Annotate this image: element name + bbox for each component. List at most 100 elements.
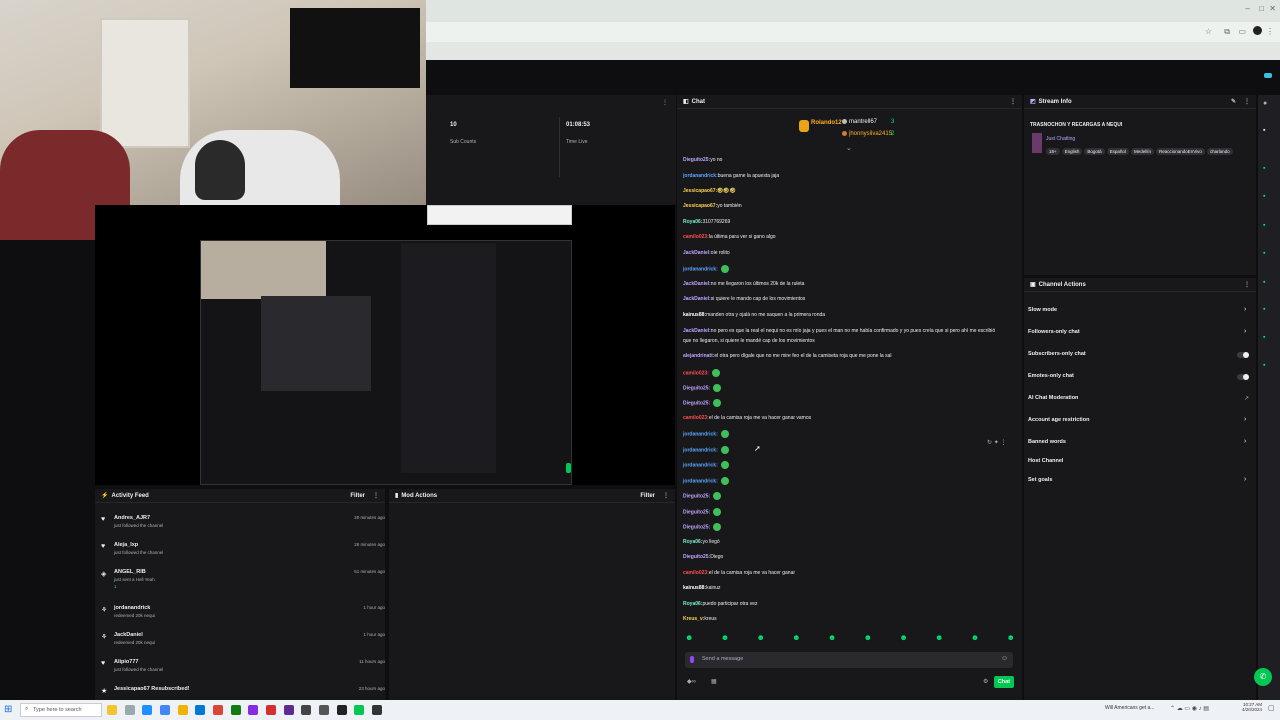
bits-icon[interactable]: ◆∞	[687, 678, 696, 685]
app-icon[interactable]	[301, 705, 312, 715]
more-icon[interactable]: ⋮	[1266, 27, 1274, 36]
emote-picker-icon[interactable]: ☺	[1001, 655, 1008, 662]
chat-username[interactable]: Dieguito25:	[683, 400, 710, 406]
chat-message[interactable]: JackDaniel:ole rolito	[683, 250, 730, 256]
chat-message[interactable]: camilo023:el de la camisa roja me va hac…	[683, 415, 811, 421]
dock-icon[interactable]: ▪	[1263, 362, 1265, 369]
emote-icon[interactable]: ☻	[864, 633, 872, 645]
close-icon[interactable]: ✕	[1269, 4, 1276, 13]
channel-actions-menu-icon[interactable]: ⋮	[1244, 281, 1250, 288]
chat-username[interactable]: JackDaniel:	[683, 296, 711, 302]
channel-action-label[interactable]: Emotes-only chat	[1028, 373, 1074, 379]
chat-message[interactable]: jordanandrick:	[683, 446, 729, 454]
emote-icon[interactable]: ☻	[828, 633, 836, 645]
dock-icon[interactable]: ▪	[1263, 250, 1265, 257]
emote-icon[interactable]: ☻	[899, 633, 907, 645]
channel-action-label[interactable]: Banned words	[1028, 439, 1066, 445]
chat-message[interactable]: kainus88:manden otra y ojalá no me saque…	[683, 312, 825, 318]
taskbar-search[interactable]: ⌕ Type here to search	[20, 703, 102, 717]
whatsapp-icon[interactable]: ✆	[1254, 668, 1272, 686]
dock-icon[interactable]: ▪	[1263, 334, 1265, 341]
chat-username[interactable]: kainus88:	[683, 585, 706, 591]
clock[interactable]: 10:27 AM 4/20/2024	[1232, 702, 1262, 712]
minimize-icon[interactable]: –	[1246, 4, 1250, 13]
chat-username[interactable]: Roya06:	[683, 539, 702, 545]
calendar-icon[interactable]: ▦	[711, 678, 717, 685]
chat-message[interactable]: jordanandrick:	[683, 461, 729, 469]
stream-tag[interactable]: Español	[1106, 148, 1129, 155]
expand-leaderboard-icon[interactable]: ⌄	[846, 144, 852, 152]
excel-icon[interactable]	[230, 705, 241, 715]
chat-username[interactable]: camilo023:	[683, 415, 709, 421]
external-link-icon[interactable]: ↗	[1244, 395, 1249, 402]
stream-tag[interactable]: ReaccionandoEnVivo	[1155, 148, 1205, 155]
profile-avatar[interactable]	[1253, 26, 1262, 35]
leader-1-name[interactable]: Rolando12	[811, 120, 842, 126]
chat-username[interactable]: jordanandrick:	[683, 266, 718, 272]
chevron-right-icon[interactable]: ›	[1244, 306, 1246, 313]
channel-action-label[interactable]: Set goals	[1028, 477, 1052, 483]
chat-username[interactable]: Jessicapao67:	[683, 188, 717, 194]
chat-message[interactable]: alejandrinatt:el otra pero dígale que no…	[683, 353, 891, 359]
mod-menu-icon[interactable]: ⋮	[663, 492, 669, 499]
chat-username[interactable]: Dieguito25:	[683, 157, 710, 163]
chrome-alt-icon[interactable]	[213, 705, 224, 715]
chat-username[interactable]: camilo023:	[683, 234, 709, 240]
chat-username[interactable]: Dieguito25:	[683, 509, 710, 515]
emote-icon[interactable]: ☻	[935, 633, 943, 645]
chat-message[interactable]: Dieguito25:	[683, 492, 722, 500]
chevron-right-icon[interactable]: ›	[1244, 438, 1246, 445]
chat-message[interactable]: Dieguito25:	[683, 523, 722, 531]
chat-username[interactable]: Dieguito25:	[683, 554, 710, 560]
chevron-right-icon[interactable]: ›	[1244, 416, 1246, 423]
notifications-icon[interactable]: ▢	[1268, 704, 1275, 712]
chat-message[interactable]: kainus88:kainuz	[683, 585, 721, 591]
leader-3-name[interactable]: jhonnysilva2415	[849, 131, 892, 137]
chrome-icon[interactable]	[160, 705, 171, 715]
chat-username[interactable]: Roya06:	[683, 601, 702, 607]
chat-message[interactable]: camilo023:	[683, 369, 720, 377]
explorer-icon[interactable]	[177, 705, 188, 715]
channel-action-label[interactable]: Account age restriction	[1028, 417, 1089, 423]
channel-action-label[interactable]: Host Channel	[1028, 458, 1063, 464]
emote-icon[interactable]: ☻	[685, 633, 693, 645]
leader-2-name[interactable]: mantrell67	[849, 119, 877, 125]
emote-bar[interactable]: ☻ ☻ ☻ ☻ ☻ ☻ ☻ ☻ ☻ ☻	[685, 633, 1015, 645]
stats-menu-icon[interactable]: ⋮	[662, 99, 668, 106]
chat-send-button[interactable]: Chat	[994, 676, 1014, 688]
chat-message[interactable]: Roya06:3107769269	[683, 219, 730, 225]
chat-message[interactable]: jordanandrick:	[683, 265, 729, 273]
chat-message[interactable]: Dieguito25:yo no	[683, 157, 722, 163]
chat-username[interactable]: Dieguito25:	[683, 493, 710, 499]
chevron-right-icon[interactable]: ›	[1244, 328, 1246, 335]
app-icon[interactable]	[248, 705, 259, 715]
copilot-icon[interactable]	[107, 705, 117, 715]
chat-message[interactable]: JackDaniel:no me llegaron los últimos 20…	[683, 281, 804, 287]
sidebar-icon[interactable]: ▭	[1238, 27, 1246, 36]
chat-message[interactable]: Dieguito25:	[683, 384, 722, 392]
app-icon[interactable]	[266, 705, 277, 715]
browser-address-bar[interactable]: ☆ ⧉ ▭ ⋮	[426, 22, 1280, 42]
mail-icon[interactable]	[195, 705, 206, 715]
chat-message[interactable]: jordanandrick:	[683, 430, 729, 438]
emote-icon[interactable]: ☻	[792, 633, 800, 645]
chevron-right-icon[interactable]: ›	[1244, 476, 1246, 483]
edit-icon[interactable]: ✎	[1231, 98, 1236, 105]
activity-filter-button[interactable]: Filter	[350, 493, 365, 499]
chat-message[interactable]: JackDaniel:si quiere le mando cap de los…	[683, 296, 805, 302]
chat-username[interactable]: camilo023:	[683, 370, 709, 376]
chat-username[interactable]: Jessicapao67:	[683, 203, 717, 209]
maximize-icon[interactable]: □	[1259, 4, 1264, 13]
stream-tag[interactable]: Medellín	[1130, 148, 1154, 155]
settings-icon[interactable]: ⚙	[983, 678, 988, 685]
chat-username[interactable]: JackDaniel:	[683, 281, 711, 287]
emote-icon[interactable]: ☻	[721, 633, 729, 645]
chat-message[interactable]: Roya06:puedo participar otra vez	[683, 601, 758, 607]
chat-username[interactable]: jordanandrick:	[683, 173, 718, 179]
chat-username[interactable]: Roya06:	[683, 219, 702, 225]
chat-message[interactable]: Kreus_v:kreus	[683, 616, 717, 622]
app-icon[interactable]	[319, 705, 330, 715]
dock-icon[interactable]: ▪	[1263, 222, 1265, 229]
chat-username[interactable]: Dieguito25:	[683, 385, 710, 391]
extension-icon[interactable]: ⧉	[1224, 27, 1230, 37]
